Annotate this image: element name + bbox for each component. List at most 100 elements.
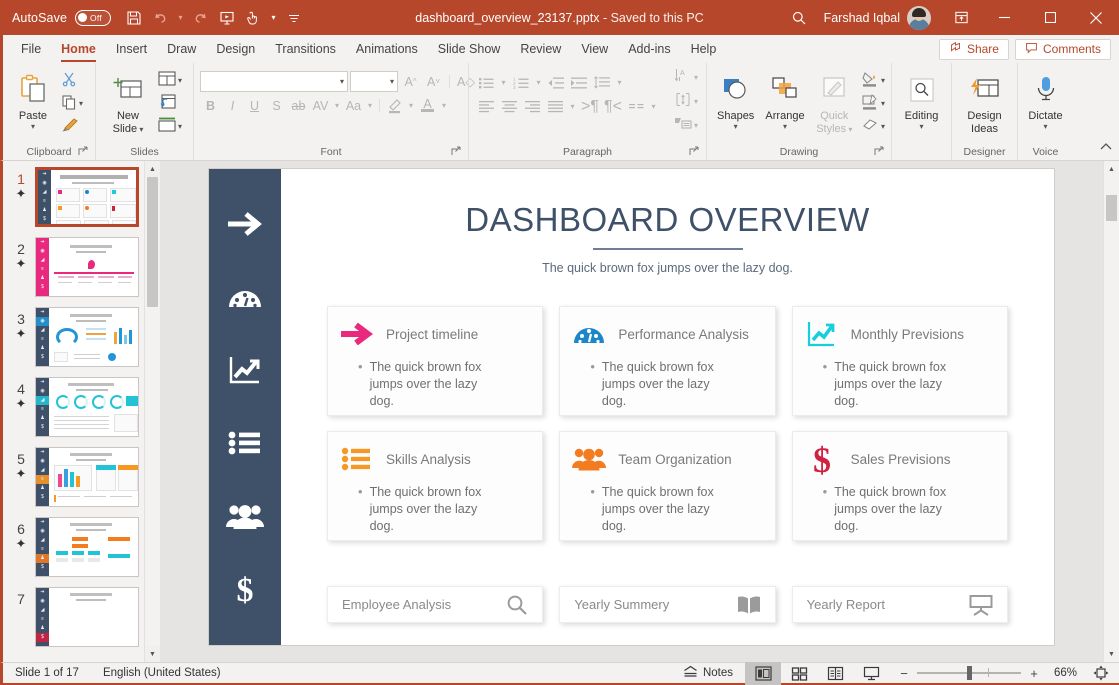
text-highlight-dropdown-icon[interactable]: ▾: [406, 95, 416, 116]
tab-insert[interactable]: Insert: [106, 35, 157, 63]
normal-view-button[interactable]: [745, 662, 781, 685]
thumbnail-slide-3[interactable]: 3 ✦ ➔◉◢≡♟$: [3, 307, 160, 367]
bar-yearly-report[interactable]: Yearly Report: [792, 586, 1008, 623]
decrease-font-size-button[interactable]: A˅: [423, 71, 444, 92]
text-direction-rtl-button[interactable]: ¶<: [602, 96, 624, 117]
save-status[interactable]: - Saved to this PC: [603, 11, 704, 25]
tab-home[interactable]: Home: [51, 35, 106, 63]
slide-counter[interactable]: Slide 1 of 17: [3, 667, 91, 679]
shape-effects-dropdown-icon[interactable]: ▾: [881, 123, 885, 131]
thumbnail-slide-7[interactable]: 7 ➔◉◢≡♟$: [3, 587, 160, 647]
shape-effects-button[interactable]: ▾: [859, 116, 887, 138]
align-right-button[interactable]: [521, 96, 543, 117]
maximize-button[interactable]: [1027, 0, 1073, 35]
save-icon[interactable]: [121, 5, 147, 31]
notes-button[interactable]: Notes: [671, 665, 745, 681]
undo-dropdown-icon[interactable]: ▾: [173, 5, 188, 31]
zoom-control[interactable]: − + 66%: [889, 666, 1087, 681]
justify-dropdown-icon[interactable]: ▾: [567, 96, 578, 117]
current-slide[interactable]: $ DASHBOARD OVERVIEW The quick brown fox…: [209, 169, 1054, 645]
touch-mode-icon[interactable]: [240, 5, 266, 31]
avatar[interactable]: [907, 6, 931, 30]
tab-review[interactable]: Review: [510, 35, 571, 63]
zoom-level-label[interactable]: 66%: [1047, 667, 1077, 679]
paragraph-dialog-launcher-icon[interactable]: [688, 145, 700, 157]
shapes-button[interactable]: Shapes ▾: [711, 68, 760, 131]
card-performance-analysis[interactable]: Performance Analysis • The quick brown f…: [559, 306, 775, 416]
arrange-button[interactable]: Arrange ▾: [760, 68, 809, 131]
thumbnail-slide-5[interactable]: 5 ✦ ➔◉◢≡♟$: [3, 447, 160, 507]
tab-add-ins[interactable]: Add-ins: [618, 35, 680, 63]
text-highlight-color-button[interactable]: [384, 95, 405, 116]
text-direction-ltr-button[interactable]: >¶: [579, 96, 601, 117]
copy-dropdown-icon[interactable]: ▾: [79, 100, 83, 108]
bar-yearly-summery[interactable]: Yearly Summery: [559, 586, 775, 623]
collapse-ribbon-button[interactable]: [1099, 140, 1113, 158]
change-case-dropdown-icon[interactable]: ▾: [365, 95, 375, 116]
new-slide-dropdown-icon[interactable]: ▾: [137, 125, 143, 134]
editing-button[interactable]: Editing ▾: [896, 68, 947, 131]
slide-thumbnail-panel[interactable]: 1 ✦ ➔◉◢≡♟$: [3, 161, 160, 662]
scrollbar-thumb[interactable]: [147, 177, 158, 307]
line-spacing-dropdown-icon[interactable]: ▾: [614, 72, 625, 93]
font-name-dropdown-icon[interactable]: ▾: [340, 78, 344, 86]
align-text-button[interactable]: ▾: [672, 91, 700, 113]
thumbnail-preview[interactable]: ➔◉◢≡♟$: [35, 377, 139, 437]
tab-draw[interactable]: Draw: [157, 35, 206, 63]
design-ideas-button[interactable]: Design Ideas: [956, 68, 1013, 136]
account-info[interactable]: Farshad Iqbal: [820, 6, 941, 30]
reading-view-button[interactable]: [817, 662, 853, 685]
shapes-dropdown-icon[interactable]: ▾: [734, 123, 738, 131]
cut-button[interactable]: [59, 70, 85, 92]
touch-mode-dropdown-icon[interactable]: ▾: [266, 5, 281, 31]
italic-button[interactable]: I: [222, 95, 243, 116]
thumbnail-preview[interactable]: ➔◉◢≡♟$: [35, 517, 139, 577]
new-slide-button[interactable]: New Slide ▾: [100, 68, 156, 136]
thumbnail-scrollbar[interactable]: ▲ ▼: [144, 161, 160, 662]
section-dropdown-icon[interactable]: ▾: [178, 123, 182, 131]
fit-slide-icon[interactable]: [1087, 665, 1119, 681]
font-color-dropdown-icon[interactable]: ▾: [439, 95, 449, 116]
underline-button[interactable]: U: [244, 95, 265, 116]
increase-indent-button[interactable]: [568, 72, 590, 93]
slide-editing-area[interactable]: $ DASHBOARD OVERVIEW The quick brown fox…: [160, 161, 1103, 662]
scroll-up-icon[interactable]: ▲: [1104, 161, 1119, 177]
thumbnail-preview[interactable]: ➔◉◢≡♟$: [35, 587, 139, 647]
shape-fill-button[interactable]: ▾: [859, 70, 887, 92]
undo-icon[interactable]: [147, 5, 173, 31]
redo-icon[interactable]: [188, 5, 214, 31]
slide-title-block[interactable]: DASHBOARD OVERVIEW: [281, 201, 1054, 250]
tab-animations[interactable]: Animations: [346, 35, 428, 63]
search-icon[interactable]: [778, 0, 820, 35]
columns-dropdown-icon[interactable]: ▾: [648, 96, 659, 117]
clipboard-dialog-launcher-icon[interactable]: [77, 145, 89, 157]
editing-dropdown-icon[interactable]: ▾: [919, 123, 923, 131]
scrollbar-thumb[interactable]: [1106, 195, 1117, 221]
numbering-dropdown-icon[interactable]: ▾: [533, 72, 544, 93]
strikethrough-button[interactable]: ab: [288, 95, 309, 116]
font-size-dropdown-icon[interactable]: ▾: [390, 78, 394, 86]
thumbnail-preview[interactable]: ➔◉◢≡♟$: [35, 237, 139, 297]
zoom-out-button[interactable]: −: [899, 666, 909, 681]
tab-design[interactable]: Design: [206, 35, 265, 63]
paste-dropdown-icon[interactable]: ▾: [31, 123, 35, 131]
thumbnail-preview[interactable]: ➔◉◢≡♟$: [35, 167, 139, 227]
align-center-button[interactable]: [498, 96, 520, 117]
document-filename[interactable]: dashboard_overview_23137.pptx: [415, 11, 599, 25]
font-size-input[interactable]: ▾: [350, 71, 398, 92]
decrease-indent-button[interactable]: [545, 72, 567, 93]
numbering-button[interactable]: 123: [510, 72, 532, 93]
text-direction-dropdown-icon[interactable]: ▾: [694, 74, 698, 82]
reset-button[interactable]: [156, 93, 184, 115]
card-monthly-previsions[interactable]: Monthly Previsions • The quick brown fox…: [792, 306, 1008, 416]
customize-qat-icon[interactable]: [281, 5, 307, 31]
tab-help[interactable]: Help: [681, 35, 727, 63]
smartart-dropdown-icon[interactable]: ▾: [694, 122, 698, 130]
text-direction-button[interactable]: A ▾: [672, 67, 700, 89]
zoom-slider-handle[interactable]: [967, 666, 972, 680]
scroll-up-icon[interactable]: ▲: [145, 161, 160, 177]
align-text-dropdown-icon[interactable]: ▾: [694, 98, 698, 106]
thumbnail-preview[interactable]: ➔◉◢≡♟$: [35, 447, 139, 507]
quick-styles-dropdown-icon[interactable]: ▾: [846, 125, 852, 134]
minimize-button[interactable]: [981, 0, 1027, 35]
